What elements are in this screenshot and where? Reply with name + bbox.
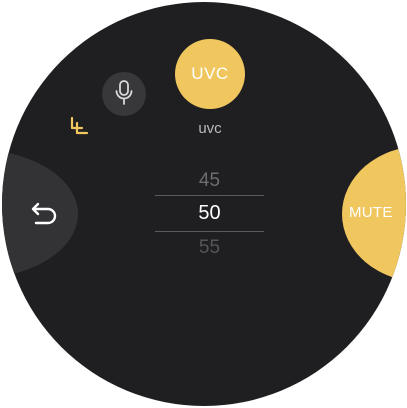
picker-top-divider <box>155 195 264 196</box>
round-watch-face: MUTE UVC uvc 45 50 55 <box>2 2 406 406</box>
picker-previous-value[interactable]: 45 <box>155 170 264 192</box>
picker-current-value[interactable]: 50 <box>155 202 264 225</box>
back-arrow-icon[interactable] <box>30 200 60 228</box>
picker-next-value[interactable]: 55 <box>155 237 264 259</box>
collapse-chevrons-icon[interactable] <box>67 115 91 139</box>
microphone-icon[interactable] <box>113 79 135 107</box>
picker-bottom-divider <box>155 231 264 232</box>
uvc-button-label[interactable]: UVC <box>175 64 245 84</box>
mute-button-label[interactable]: MUTE <box>349 204 405 221</box>
uvc-subtitle: uvc <box>198 120 222 137</box>
screen: MUTE UVC uvc 45 50 55 <box>0 0 407 408</box>
level-picker[interactable]: 45 50 55 <box>155 165 264 261</box>
